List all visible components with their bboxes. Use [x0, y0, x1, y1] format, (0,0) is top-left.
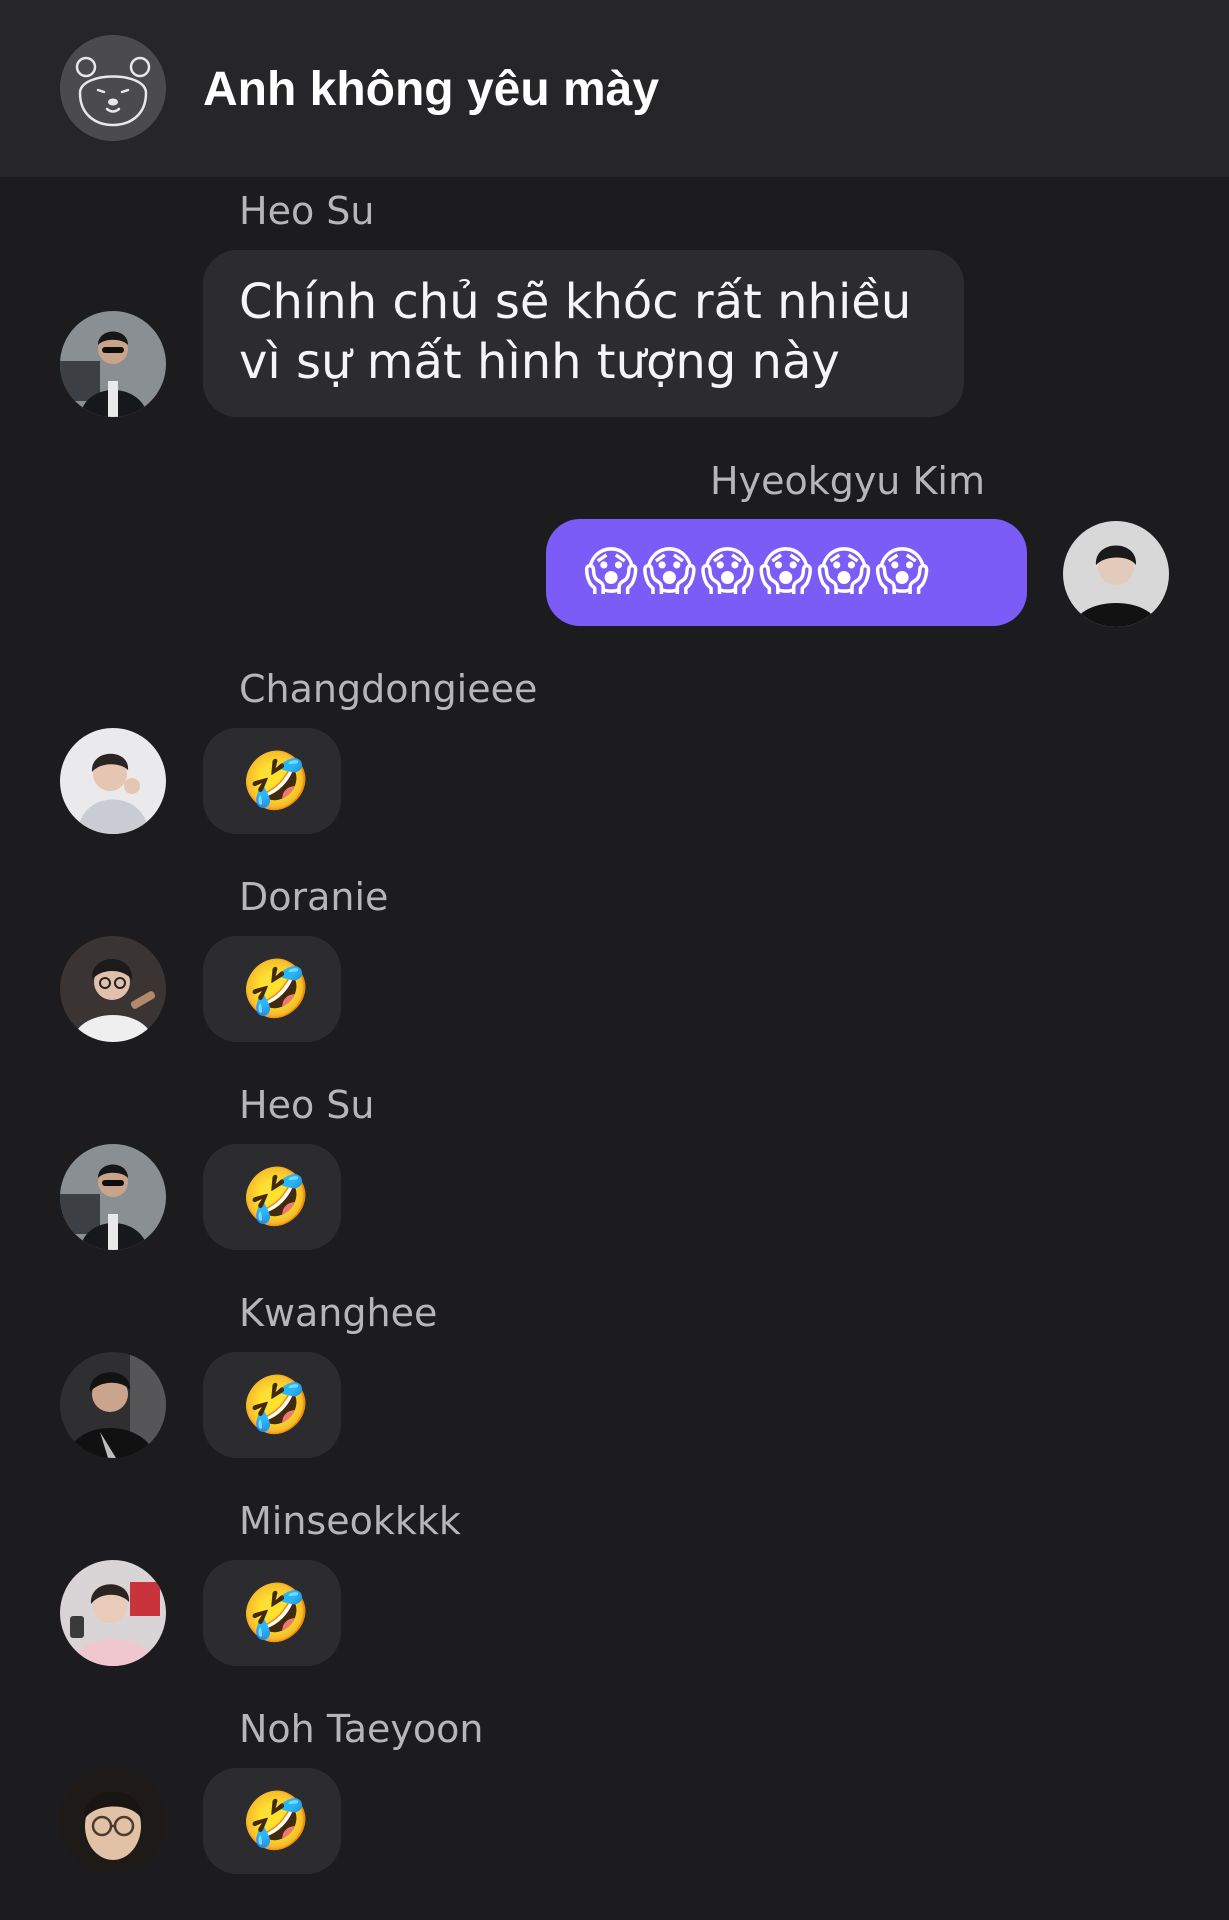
person-photo-round-glasses: [60, 1768, 166, 1874]
group-avatar[interactable]: [60, 35, 166, 141]
avatar[interactable]: [60, 728, 166, 834]
person-photo-glasses: [60, 936, 166, 1042]
message-text: 🤣: [241, 1165, 311, 1230]
message-bubble[interactable]: 🤣: [203, 1352, 341, 1458]
message-text: 🤣: [241, 1373, 311, 1438]
message-bubble[interactable]: 🤣: [203, 1768, 341, 1874]
message-bubble[interactable]: 🤣: [203, 728, 341, 834]
chat-title[interactable]: Anh không yêu mày: [203, 58, 659, 122]
chat-header: Anh không yêu mày: [0, 0, 1229, 177]
person-photo-jacket: [60, 1352, 166, 1458]
sender-name: Heo Su: [239, 1083, 375, 1127]
message-bubble-mine[interactable]: 😱😱😱😱😱😱: [546, 519, 1027, 626]
message-bubble[interactable]: 🤣: [203, 1560, 341, 1666]
sender-name: Noh Taeyoon: [239, 1707, 484, 1751]
message-text: Chính chủ sẽ khóc rất nhiều vì sự mất hì…: [239, 274, 912, 390]
avatar[interactable]: [60, 1352, 166, 1458]
sender-name: Heo Su: [239, 189, 375, 233]
message-text: 🤣: [241, 1789, 311, 1854]
bear-face-icon: [60, 35, 166, 141]
sender-name: Doranie: [239, 875, 389, 919]
message-bubble[interactable]: Chính chủ sẽ khóc rất nhiều vì sự mất hì…: [203, 250, 964, 417]
person-photo-sunglasses: [60, 1144, 166, 1250]
message-text: 🤣: [241, 749, 311, 814]
person-photo-dark: [1063, 521, 1169, 627]
avatar[interactable]: [1063, 521, 1169, 627]
sender-name: Kwanghee: [239, 1291, 438, 1335]
sender-name: Minseokkkk: [239, 1499, 461, 1543]
avatar[interactable]: [60, 1768, 166, 1874]
person-photo-sunglasses: [60, 311, 166, 417]
sender-name: Changdongieee: [239, 667, 538, 711]
avatar[interactable]: [60, 311, 166, 417]
message-text: 😱😱😱😱😱😱: [584, 542, 934, 602]
avatar[interactable]: [60, 1560, 166, 1666]
person-photo-hood: [60, 728, 166, 834]
message-text: 🤣: [241, 1581, 311, 1646]
person-photo-pink: [60, 1560, 166, 1666]
message-text: 🤣: [241, 957, 311, 1022]
sender-name: Hyeokgyu Kim: [710, 459, 985, 503]
avatar[interactable]: [60, 1144, 166, 1250]
avatar[interactable]: [60, 936, 166, 1042]
message-bubble[interactable]: 🤣: [203, 1144, 341, 1250]
message-bubble[interactable]: 🤣: [203, 936, 341, 1042]
